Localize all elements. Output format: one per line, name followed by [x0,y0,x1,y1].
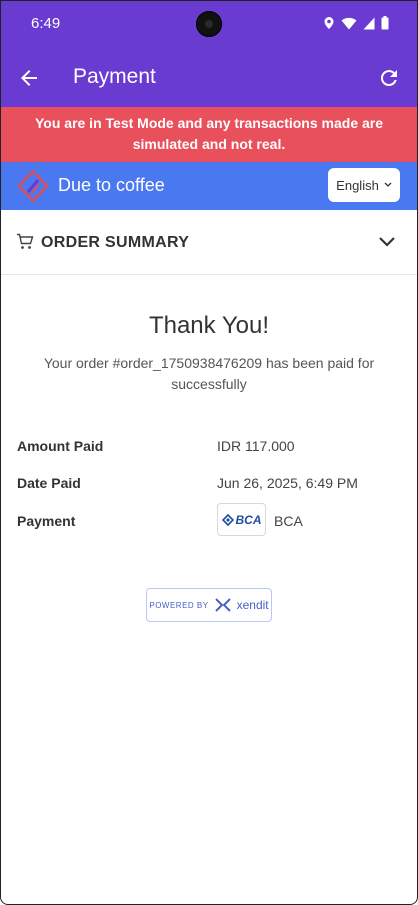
payment-label: Payment [17,513,76,529]
bca-logo: BCA [217,503,266,536]
merchant-name: Due to coffee [58,175,165,195]
amount-label: Amount Paid [17,438,104,454]
date-label: Date Paid [17,475,81,491]
refresh-button[interactable] [375,64,403,92]
camera-cutout [196,11,222,37]
status-bar: 6:49 [1,1,417,49]
battery-icon [381,16,389,30]
bca-logo-text: BCA [235,512,262,527]
status-time: 6:49 [31,15,61,32]
refresh-icon [380,70,397,87]
signal-icon [363,17,375,29]
amount-row: Amount Paid IDR 117.000 [17,435,401,459]
chevron-down-icon [384,182,392,187]
status-icons [323,16,389,30]
app-bar: Payment [1,49,417,107]
payment-value: BCA [274,513,303,529]
phone-screen: 6:49 Payment You are in Test Mode and an… [0,0,418,905]
back-button[interactable] [15,64,43,92]
thank-you-title: Thank You! [148,312,270,339]
xendit-brand: xendit [236,598,269,612]
order-summary-title: ORDER SUMMARY [41,234,190,251]
thank-you-message: Your order #order_1750938476209 has been… [43,355,375,392]
date-row: Date Paid Jun 26, 2025, 6:49 PM [17,472,401,496]
merchant-logo-icon [17,170,49,202]
arrow-left-icon [21,70,37,86]
test-mode-banner: You are in Test Mode and any transaction… [1,107,417,162]
page-title: Payment [73,65,156,88]
xendit-logo-icon [214,598,231,612]
powered-by-xendit: POWERED BY xendit [146,588,272,622]
date-value: Jun 26, 2025, 6:49 PM [217,475,358,491]
order-summary-toggle[interactable]: ORDER SUMMARY [1,210,417,275]
wifi-icon [341,17,357,29]
location-icon [324,17,334,29]
language-select[interactable]: English [328,168,400,202]
powered-by-label: POWERED BY [149,600,209,610]
payment-row: Payment BCA BCA [17,503,401,536]
merchant-bar: Due to coffee English [1,162,417,210]
amount-value: IDR 117.000 [217,438,295,454]
cart-icon [17,233,34,249]
chevron-down-icon[interactable] [377,232,397,252]
language-label: English [336,177,379,193]
bca-bank-icon [221,513,234,526]
